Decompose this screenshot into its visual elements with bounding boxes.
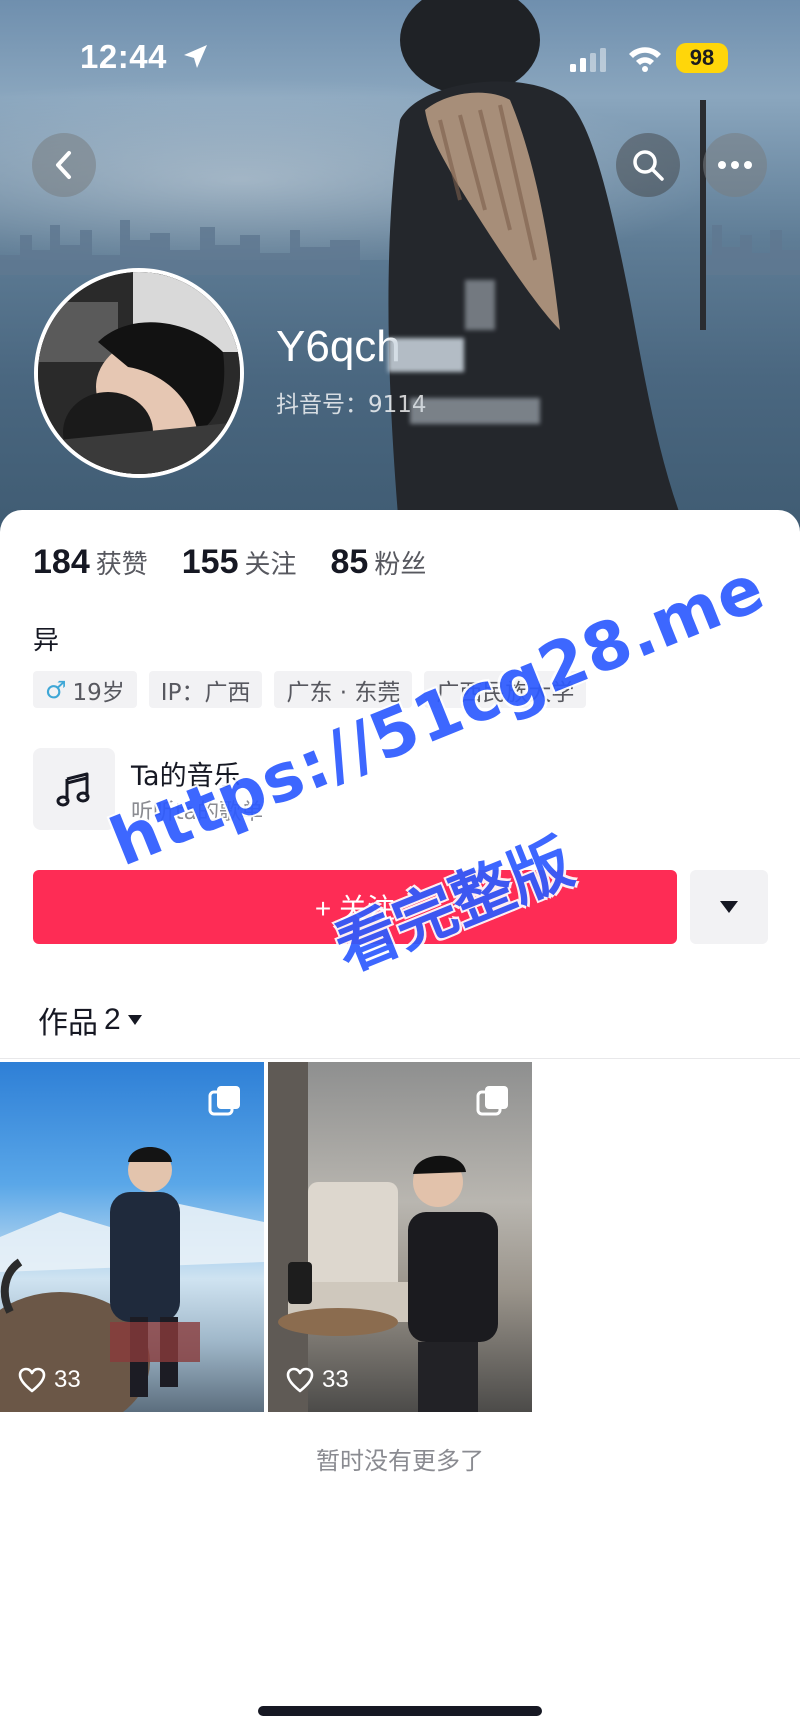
music-icon-box [33, 748, 115, 830]
music-title: Ta的音乐 [131, 761, 241, 792]
tag-location: 广东 · 东莞 [274, 671, 413, 708]
recommend-dropdown-button[interactable] [690, 870, 768, 944]
caret-down-icon [127, 1015, 142, 1025]
search-icon [633, 150, 664, 181]
stat-following[interactable]: 155 关注 [182, 543, 297, 582]
work-thumbnail[interactable]: 33 [0, 1062, 264, 1412]
tag-school[interactable]: 广西民族大学 [424, 671, 587, 708]
stat-likes[interactable]: 184 获赞 [33, 543, 148, 582]
tag-age-text: 19岁 [72, 679, 125, 706]
works-tab-label: 作品 [38, 1006, 98, 1041]
more-dots-icon [718, 161, 752, 169]
male-gender-icon: ♂ [45, 675, 67, 704]
stat-likes-value: 184 [33, 543, 90, 581]
works-tab[interactable]: 作品 2 [38, 998, 143, 1042]
tag-age: ♂ 19岁 [33, 671, 137, 708]
tag-ip: IP：广西 [148, 671, 263, 708]
work-like-count-value: 33 [54, 1366, 81, 1393]
multi-image-icon [476, 1086, 508, 1116]
no-more-content-text: 暂时没有更多了 [316, 1447, 484, 1475]
work-like-count: 33 [18, 1366, 81, 1394]
work-like-count-value: 33 [322, 1366, 349, 1393]
battery-indicator: 98 [676, 43, 728, 73]
stat-following-value: 155 [181, 543, 239, 581]
back-button[interactable] [32, 133, 96, 197]
location-arrow-icon [184, 45, 207, 68]
music-note-icon [56, 772, 90, 807]
wifi-icon [629, 47, 661, 72]
home-indicator[interactable] [258, 1706, 542, 1716]
username-blur-mask [388, 338, 464, 372]
profile-stats: 184 获赞 155 关注 85 粉丝 [33, 543, 426, 582]
stat-following-label: 关注 [244, 550, 297, 580]
stat-followers[interactable]: 85 粉丝 [331, 543, 427, 582]
stat-followers-value: 85 [330, 543, 369, 581]
work-thumbnail[interactable]: 33 [268, 1062, 532, 1412]
profile-bio: 异 [33, 626, 60, 656]
cover-blur-mask [465, 280, 495, 330]
follow-button[interactable]: + 关注 [33, 870, 677, 944]
profile-tags: ♂ 19岁 IP：广西 广东 · 东莞 广西民族大学 [33, 671, 587, 708]
avatar-photo [38, 272, 240, 474]
triangle-down-icon [720, 901, 738, 913]
more-options-button[interactable] [703, 133, 767, 197]
status-bar: 12:44 98 [0, 0, 800, 118]
profile-username: Y6qch [276, 322, 401, 371]
multi-image-icon [208, 1086, 240, 1116]
music-subtitle: 听听ta的歌单 [131, 800, 264, 825]
profile-douyin-id: 抖音号：9114 [276, 392, 427, 418]
heart-outline-icon [286, 1367, 314, 1393]
cellular-signal-icon [570, 48, 606, 72]
avatar[interactable] [34, 268, 244, 478]
status-time: 12:44 [80, 38, 167, 75]
music-card[interactable]: Ta的音乐 听听ta的歌单 [33, 748, 533, 830]
search-button[interactable] [616, 133, 680, 197]
id-blur-mask [410, 398, 540, 424]
stat-likes-label: 获赞 [95, 550, 148, 580]
heart-outline-icon [18, 1367, 46, 1393]
works-grid: 33 33 [0, 1062, 800, 1412]
work-like-count: 33 [286, 1366, 349, 1394]
works-divider [0, 1058, 800, 1059]
stat-followers-label: 粉丝 [374, 550, 427, 580]
works-tab-count: 2 [104, 1003, 121, 1036]
chevron-left-icon [56, 151, 71, 179]
